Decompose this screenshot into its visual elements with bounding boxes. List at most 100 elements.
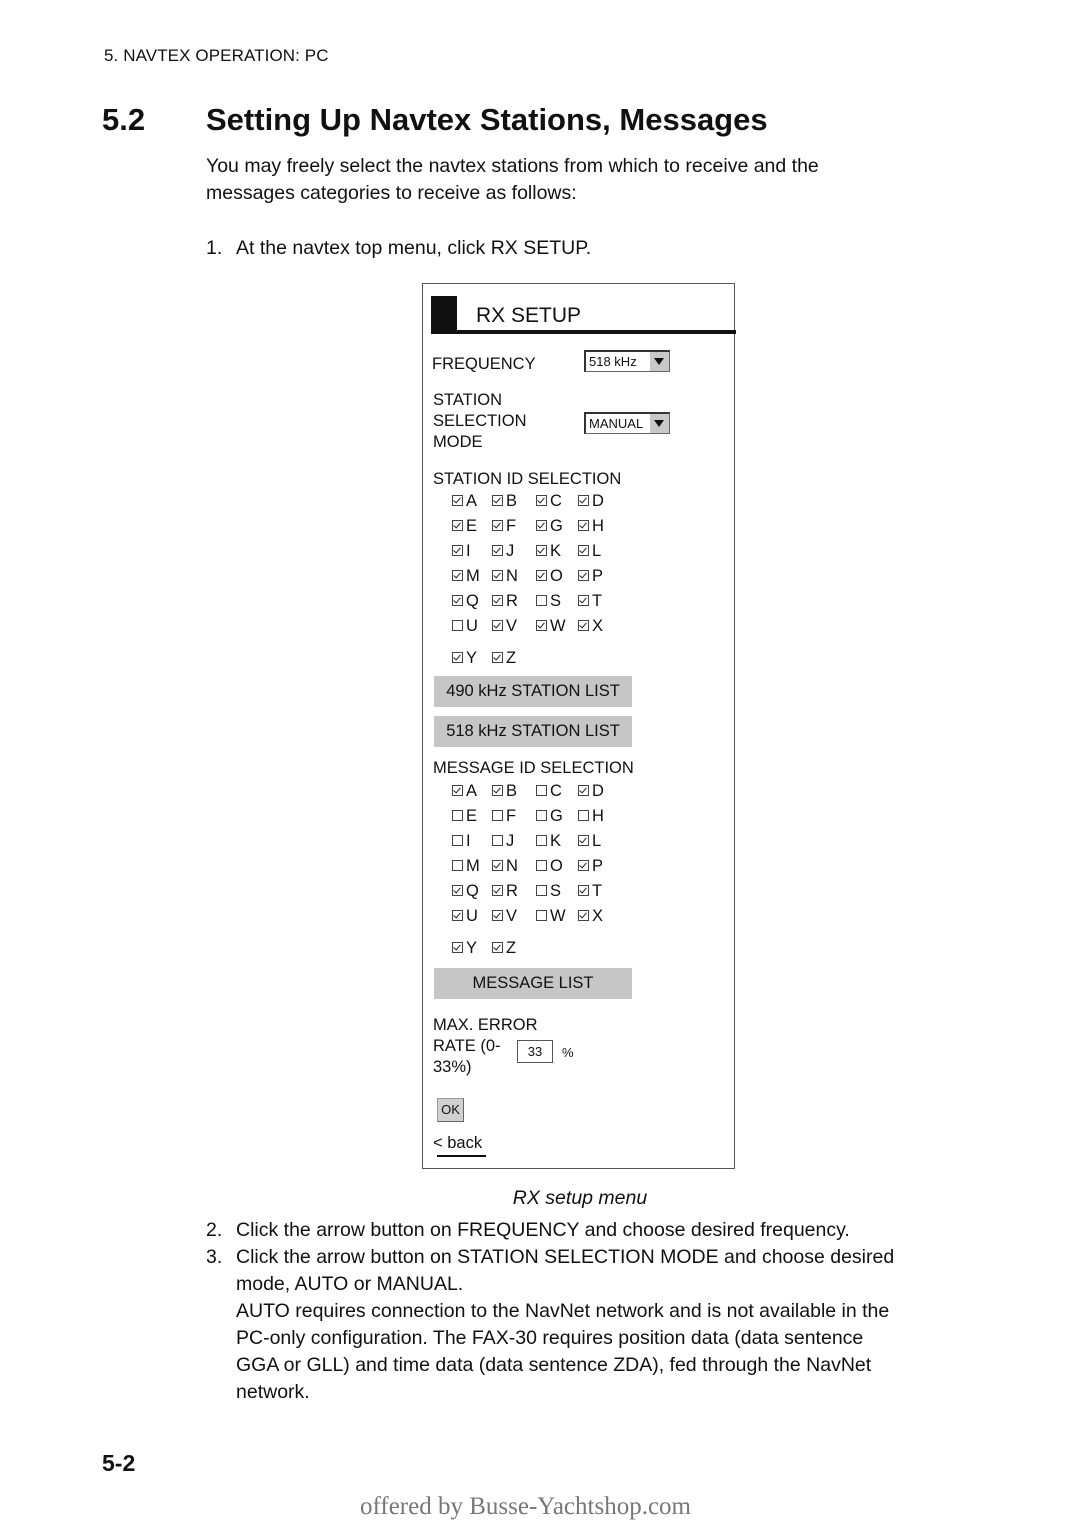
error-rate-input[interactable]: 33 xyxy=(517,1040,553,1063)
checkbox-unchecked-icon[interactable] xyxy=(452,860,463,871)
checkbox-label: H xyxy=(592,807,604,825)
checkbox-checked-icon[interactable] xyxy=(578,495,589,506)
checkbox-checked-icon[interactable] xyxy=(492,520,503,531)
checkbox-checked-icon[interactable] xyxy=(452,885,463,896)
checkbox-checked-icon[interactable] xyxy=(536,495,547,506)
checkbox-unchecked-icon[interactable] xyxy=(452,835,463,846)
checkbox-unchecked-icon[interactable] xyxy=(536,595,547,606)
checkbox-checked-icon[interactable] xyxy=(578,545,589,556)
checkbox-label: K xyxy=(550,832,562,850)
back-link[interactable]: < back xyxy=(433,1134,482,1153)
checkbox-checked-icon[interactable] xyxy=(578,885,589,896)
checkbox-label: F xyxy=(506,807,517,825)
back-link-underline xyxy=(437,1155,486,1157)
checkbox-checked-icon[interactable] xyxy=(578,910,589,921)
checkbox-checked-icon[interactable] xyxy=(452,545,463,556)
checkbox-checked-icon[interactable] xyxy=(578,835,589,846)
checkbox-checked-icon[interactable] xyxy=(452,910,463,921)
checkbox-label: Y xyxy=(466,649,478,667)
checkbox-label: I xyxy=(466,542,471,560)
checkbox-unchecked-icon[interactable] xyxy=(452,810,463,821)
chevron-down-icon[interactable] xyxy=(650,352,669,371)
checkbox-unchecked-icon[interactable] xyxy=(536,835,547,846)
step-text: Click the arrow button on STATION SELECT… xyxy=(236,1244,956,1406)
rx-setup-header: RX SETUP xyxy=(431,296,736,334)
checkbox-checked-icon[interactable] xyxy=(452,570,463,581)
station-list-490-button[interactable]: 490 kHz STATION LIST xyxy=(434,676,632,707)
checkbox-label: X xyxy=(592,617,604,635)
checkbox-checked-icon[interactable] xyxy=(536,545,547,556)
checkbox-label: X xyxy=(592,907,604,925)
checkbox-label: C xyxy=(550,782,562,800)
checkbox-checked-icon[interactable] xyxy=(578,785,589,796)
checkbox-unchecked-icon[interactable] xyxy=(536,810,547,821)
checkbox-unchecked-icon[interactable] xyxy=(536,910,547,921)
label-line: STATION xyxy=(433,391,503,409)
checkbox-checked-icon[interactable] xyxy=(492,885,503,896)
checkbox-label: Y xyxy=(466,939,478,957)
running-head: 5. NAVTEX OPERATION: PC xyxy=(104,46,329,65)
checkbox-checked-icon[interactable] xyxy=(492,570,503,581)
checkbox-label: W xyxy=(550,617,566,635)
checkbox-checked-icon[interactable] xyxy=(536,620,547,631)
checkbox-checked-icon[interactable] xyxy=(492,785,503,796)
step-text: At the navtex top menu, click RX SETUP. xyxy=(236,237,592,259)
frequency-dropdown[interactable]: 518 kHz xyxy=(584,350,670,372)
checkbox-label: L xyxy=(592,542,602,560)
checkbox-unchecked-icon[interactable] xyxy=(578,810,589,821)
figure-caption: RX setup menu xyxy=(512,1187,648,1209)
checkbox-unchecked-icon[interactable] xyxy=(536,885,547,896)
checkbox-checked-icon[interactable] xyxy=(452,785,463,796)
label-line: SELECTION xyxy=(433,412,527,430)
station-list-518-button[interactable]: 518 kHz STATION LIST xyxy=(434,716,632,747)
checkbox-checked-icon[interactable] xyxy=(452,942,463,953)
checkbox-checked-icon[interactable] xyxy=(452,652,463,663)
step-line: network. xyxy=(236,1381,310,1403)
checkbox-checked-icon[interactable] xyxy=(578,620,589,631)
chevron-down-icon[interactable] xyxy=(650,414,669,433)
station-id-label: STATION ID SELECTION xyxy=(433,470,622,488)
checkbox-checked-icon[interactable] xyxy=(578,595,589,606)
checkbox-checked-icon[interactable] xyxy=(492,860,503,871)
checkbox-checked-icon[interactable] xyxy=(492,595,503,606)
checkbox-checked-icon[interactable] xyxy=(452,520,463,531)
checkbox-label: A xyxy=(466,782,478,800)
checkbox-label: H xyxy=(592,517,604,535)
checkbox-label: J xyxy=(506,542,515,560)
checkbox-label: S xyxy=(550,882,562,900)
message-list-button[interactable]: MESSAGE LIST xyxy=(434,968,632,999)
checkbox-unchecked-icon[interactable] xyxy=(452,620,463,631)
checkbox-label: U xyxy=(466,617,478,635)
checkbox-checked-icon[interactable] xyxy=(492,910,503,921)
checkbox-checked-icon[interactable] xyxy=(452,595,463,606)
checkbox-label: P xyxy=(592,857,604,875)
ok-button[interactable]: OK xyxy=(437,1098,464,1122)
checkbox-label: E xyxy=(466,517,478,535)
checkbox-checked-icon[interactable] xyxy=(578,860,589,871)
checkbox-label: N xyxy=(506,567,518,585)
message-id-label: MESSAGE ID SELECTION xyxy=(433,759,634,777)
checkbox-unchecked-icon[interactable] xyxy=(492,835,503,846)
checkbox-checked-icon[interactable] xyxy=(492,545,503,556)
checkbox-checked-icon[interactable] xyxy=(452,495,463,506)
checkbox-checked-icon[interactable] xyxy=(536,570,547,581)
checkbox-checked-icon[interactable] xyxy=(492,652,503,663)
checkbox-label: V xyxy=(506,907,518,925)
checkbox-label: O xyxy=(550,567,563,585)
step-line: Click the arrow button on FREQUENCY and … xyxy=(236,1219,850,1241)
step-text: Click the arrow button on FREQUENCY and … xyxy=(236,1217,956,1244)
checkbox-label: J xyxy=(506,832,515,850)
header-block-icon xyxy=(431,296,457,334)
checkbox-checked-icon[interactable] xyxy=(492,495,503,506)
checkbox-checked-icon[interactable] xyxy=(492,620,503,631)
checkbox-checked-icon[interactable] xyxy=(578,520,589,531)
checkbox-checked-icon[interactable] xyxy=(536,520,547,531)
checkbox-checked-icon[interactable] xyxy=(578,570,589,581)
checkbox-checked-icon[interactable] xyxy=(492,942,503,953)
station-mode-dropdown[interactable]: MANUAL xyxy=(584,412,670,434)
checkbox-unchecked-icon[interactable] xyxy=(492,810,503,821)
checkbox-unchecked-icon[interactable] xyxy=(536,785,547,796)
checkbox-label: W xyxy=(550,907,566,925)
step-number: 2. xyxy=(206,1219,223,1241)
checkbox-unchecked-icon[interactable] xyxy=(536,860,547,871)
